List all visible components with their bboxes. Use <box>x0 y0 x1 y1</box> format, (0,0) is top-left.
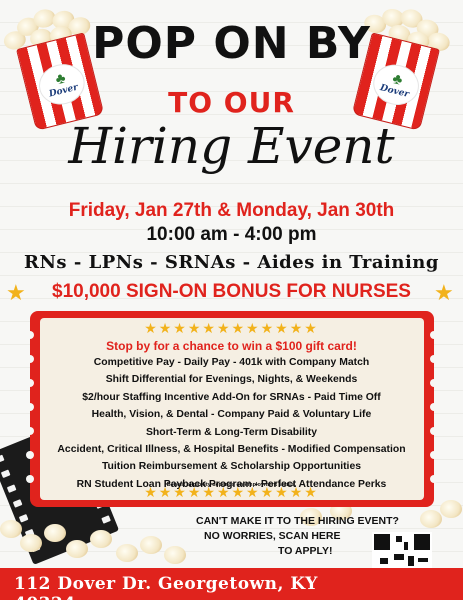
headline-hiring-event: Hiring Event <box>68 117 395 175</box>
stars-decoration-bottom: ★★★★★★★★★★★★ <box>144 484 319 500</box>
benefit-item: Health, Vision, & Dental - Company Paid … <box>91 409 372 421</box>
gift-card-note: Stop by for a chance to win a $100 gift … <box>106 339 357 353</box>
headline-to-our: TO OUR <box>168 86 295 119</box>
event-hours: 10:00 am - 4:00 pm <box>146 224 317 245</box>
benefits-list: Competitive Pay - Daily Pay - 401k with … <box>0 354 463 493</box>
stars-decoration-top: ★★★★★★★★★★★★ <box>144 320 319 336</box>
star-icon: ★ <box>434 280 454 305</box>
cta-line-1: CAN'T MAKE IT TO THE HIRING EVENT? <box>196 515 399 527</box>
benefit-item: Tuition Reimbursement & Scholarship Oppo… <box>101 461 361 473</box>
headline-pop-on-by: POP ON BY <box>92 18 371 69</box>
benefit-item: Accident, Critical Illness, & Hospital B… <box>57 443 406 455</box>
benefit-item: Competitive Pay - Daily Pay - 401k with … <box>93 357 370 368</box>
event-roles: RNs - LPNs - SRNAs - Aides in Training <box>24 252 439 273</box>
benefit-item: $2/hour Staffing Incentive Add-On for SR… <box>82 391 381 403</box>
benefit-item: Short-Term & Long-Term Disability <box>145 426 318 438</box>
event-dates: Friday, Jan 27th & Monday, Jan 30th <box>68 200 395 221</box>
benefit-item: Shift Differential for Evenings, Nights,… <box>105 374 358 386</box>
sign-on-bonus: $10,000 SIGN-ON BONUS FOR NURSES <box>52 281 411 302</box>
event-address: 112 Dover Dr. Georgetown, KY 40324 <box>14 574 318 600</box>
